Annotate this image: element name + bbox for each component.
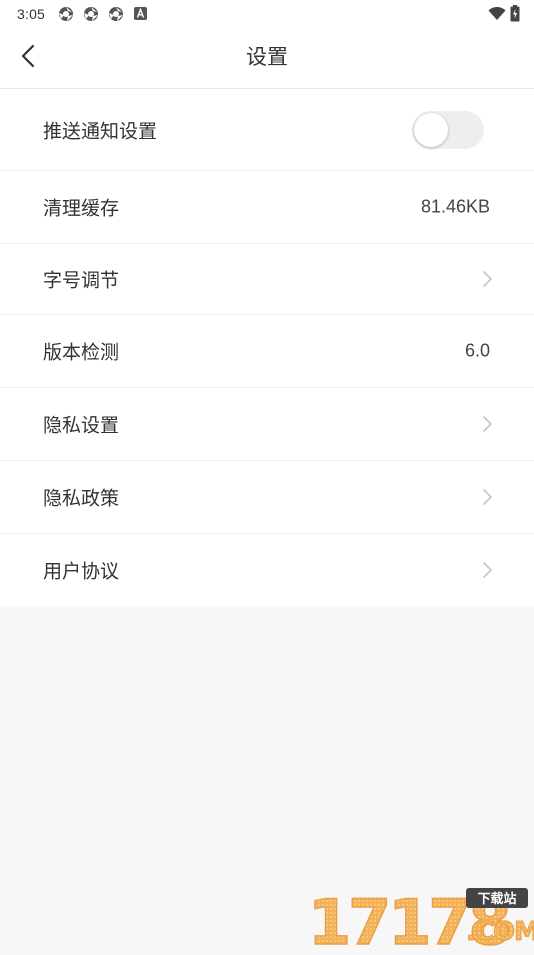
chevron-right-icon (480, 415, 494, 433)
push-notification-row: 推送通知设置 (0, 89, 534, 171)
version-check-label: 版本检测 (43, 342, 120, 364)
chrome-like-icon (83, 6, 99, 22)
settings-list: 推送通知设置 清理缓存 81.46KB 字号调节 版本检测 6.0 隐私设置 隐… (0, 89, 534, 606)
push-notification-toggle[interactable] (412, 110, 484, 149)
push-notification-label: 推送通知设置 (43, 121, 158, 142)
chevron-right-icon (480, 561, 494, 579)
status-time: 3:05 (17, 6, 46, 22)
svg-text:.COM: .COM (466, 917, 534, 947)
chevron-right-icon (480, 488, 494, 506)
font-size-row[interactable]: 字号调节 (0, 244, 534, 315)
privacy-settings-label: 隐私设置 (43, 415, 120, 437)
toggle-knob (414, 112, 448, 147)
status-bar: 3:05 (0, 0, 534, 28)
cache-size-value: 81.46KB (420, 196, 490, 217)
version-value: 6.0 (464, 340, 490, 361)
a-letter-icon (134, 7, 147, 20)
privacy-settings-row[interactable]: 隐私设置 (0, 388, 534, 461)
version-check-row[interactable]: 版本检测 6.0 (0, 315, 534, 388)
svg-text:下载站: 下载站 (477, 891, 516, 907)
site-watermark-logo: 17178 下载站 .COM (306, 884, 534, 955)
clear-cache-label: 清理缓存 (43, 198, 120, 220)
status-right-icons (488, 5, 520, 25)
battery-icon (510, 5, 520, 25)
page-title: 设置 (246, 46, 288, 69)
font-size-label: 字号调节 (43, 270, 120, 292)
chrome-like-icon (108, 6, 124, 22)
user-agreement-label: 用户协议 (43, 561, 120, 583)
wifi-icon (488, 6, 506, 24)
user-agreement-row[interactable]: 用户协议 (0, 534, 534, 606)
privacy-policy-label: 隐私政策 (43, 488, 120, 510)
privacy-policy-row[interactable]: 隐私政策 (0, 461, 534, 534)
title-bar: 设置 (0, 28, 534, 89)
chevron-right-icon (480, 270, 494, 288)
chrome-like-icon (58, 6, 74, 22)
clear-cache-row[interactable]: 清理缓存 81.46KB (0, 171, 534, 244)
